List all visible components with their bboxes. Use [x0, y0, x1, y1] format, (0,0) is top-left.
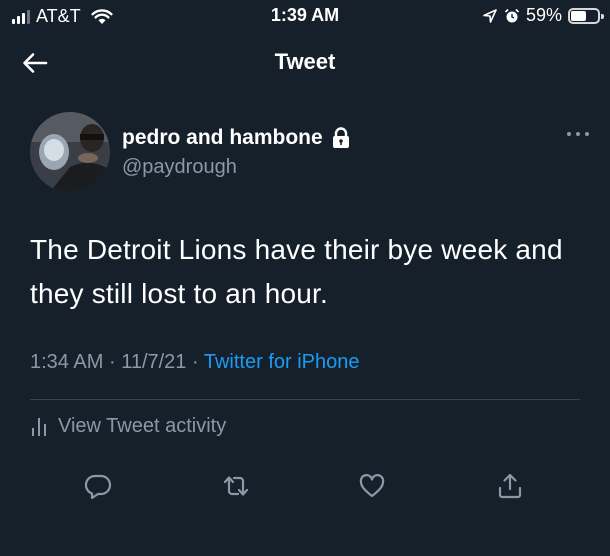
battery-percent: 59% — [525, 5, 562, 25]
tweet-date: 11/7/21 — [121, 351, 187, 373]
location-arrow-icon — [483, 8, 497, 23]
tweet-meta: 1:34 AM · 11/7/21 · Twitter for iPhone — [30, 351, 360, 374]
tweet-source-link[interactable]: Twitter for iPhone — [204, 351, 360, 373]
tweet-text: The Detroit Lions have their bye week an… — [30, 234, 563, 309]
avatar[interactable] — [30, 112, 110, 192]
like-button[interactable] — [352, 466, 392, 506]
status-right: 59% — [482, 5, 604, 26]
more-options-icon[interactable] — [560, 122, 596, 146]
reply-button[interactable] — [78, 466, 118, 506]
bar-chart-icon — [32, 418, 46, 436]
share-button[interactable] — [490, 466, 530, 506]
tweet-detail-screen: AT&T 1:39 AM 59% Tweet pedro and hambone… — [0, 0, 610, 556]
nav-bar: Tweet — [0, 38, 610, 86]
meta-separator: · — [192, 351, 199, 373]
tweet-actions — [0, 466, 610, 506]
display-name-row: pedro and hambone — [122, 126, 351, 150]
share-icon — [498, 473, 522, 499]
retweet-button[interactable] — [216, 466, 256, 506]
lock-icon — [332, 127, 349, 148]
display-name[interactable]: pedro and hambone — [122, 126, 323, 150]
tweet-time: 1:34 AM — [30, 351, 104, 373]
meta-separator: · — [108, 351, 116, 373]
view-activity-label: View Tweet activity — [58, 414, 227, 437]
tweet-author: pedro and hambone @paydrough — [30, 112, 610, 196]
alarm-clock-icon — [504, 8, 520, 22]
avatar-photo — [30, 112, 110, 192]
divider — [30, 399, 580, 400]
page-title: Tweet — [274, 49, 336, 74]
reply-icon — [84, 474, 112, 500]
user-handle[interactable]: @paydrough — [122, 156, 237, 179]
battery-fill — [571, 10, 587, 21]
view-activity-button[interactable]: View Tweet activity — [30, 414, 226, 438]
heart-icon — [359, 474, 385, 498]
battery-icon — [568, 7, 604, 24]
retweet-icon — [223, 476, 249, 496]
battery-nub — [601, 13, 604, 19]
status-bar: AT&T 1:39 AM 59% — [0, 0, 610, 34]
